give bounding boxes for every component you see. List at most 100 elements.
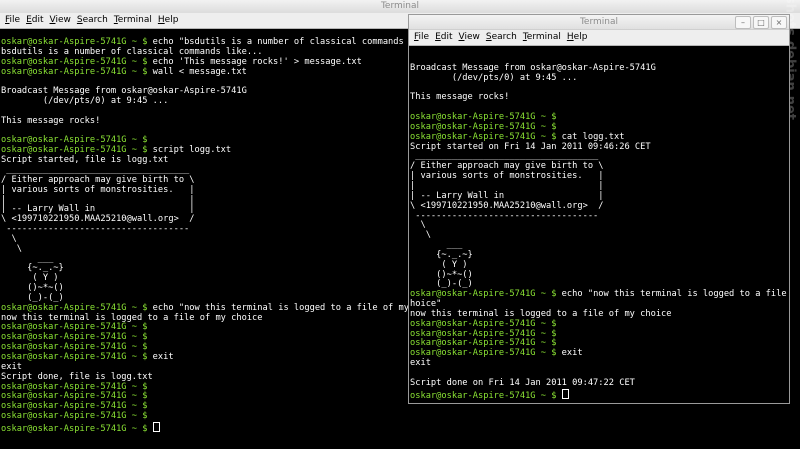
- line-text: ()~*~(): [410, 269, 473, 280]
- line-text: {~._.~}: [1, 263, 64, 274]
- line-text: ___: [1, 253, 54, 264]
- shell-prompt: oskar@oskar-Aspire-5741G ~ $: [410, 121, 557, 132]
- shell-prompt: oskar@oskar-Aspire-5741G ~ $: [1, 381, 148, 392]
- line-text: ()~*~(): [1, 283, 64, 294]
- shell-prompt: oskar@oskar-Aspire-5741G ~ $: [1, 342, 148, 353]
- shell-prompt: oskar@oskar-Aspire-5741G ~ $: [1, 56, 148, 67]
- window-title: Terminal: [579, 17, 619, 27]
- line-text: | various sorts of monstrosities. |: [410, 171, 604, 182]
- menu-view[interactable]: View: [454, 30, 480, 45]
- line-text: | |: [410, 180, 604, 191]
- minimize-button[interactable]: –: [735, 16, 751, 29]
- line-text: | various sorts of monstrosities. |: [1, 184, 195, 195]
- line-text: hoice": [410, 299, 442, 310]
- shell-prompt: oskar@oskar-Aspire-5741G ~ $: [410, 289, 557, 300]
- line-text: \ <199710221950.MAA25210@wall.org> /: [410, 200, 604, 211]
- terminal-output[interactable]: Broadcast Message from oskar@oskar-Aspir…: [410, 54, 789, 401]
- terminal-line: -----------------------------------: [410, 210, 789, 222]
- line-text: Script done on Fri 14 Jan 2011 09:47:22 …: [410, 377, 635, 388]
- line-text: {~._.~}: [410, 249, 473, 260]
- line-text: \: [410, 220, 426, 231]
- menu-search[interactable]: Search: [481, 30, 517, 45]
- line-text: now this terminal is logged to a file of…: [1, 312, 263, 323]
- line-text: This message rocks!: [1, 115, 101, 126]
- window-titlebar[interactable]: Terminal: [0, 0, 800, 13]
- shell-prompt: oskar@oskar-Aspire-5741G ~ $: [410, 348, 557, 359]
- menu-terminal[interactable]: Terminal: [518, 30, 561, 45]
- text-cursor: [152, 421, 160, 432]
- line-text: Broadcast Message from oskar@oskar-Aspir…: [410, 62, 656, 73]
- shell-prompt: oskar@oskar-Aspire-5741G ~ $: [1, 37, 148, 47]
- line-text: wall < message.txt: [147, 66, 247, 77]
- menu-edit[interactable]: Edit: [21, 13, 43, 28]
- shell-prompt: oskar@oskar-Aspire-5741G ~ $: [410, 328, 557, 339]
- terminal-line: (/dev/pts/0) at 9:45 ...: [410, 72, 789, 84]
- line-text: bsdutils is a number of classical comman…: [1, 46, 263, 57]
- terminal-line: \: [410, 220, 789, 231]
- line-text: ( Y ): [410, 259, 468, 270]
- terminal-line: Script done on Fri 14 Jan 2011 09:47:22 …: [410, 377, 789, 389]
- line-text: \: [1, 233, 17, 244]
- line-text: (_)-(_): [410, 279, 473, 290]
- menu-help[interactable]: Help: [153, 13, 179, 28]
- shell-prompt: oskar@oskar-Aspire-5741G ~ $: [410, 318, 557, 329]
- line-text: now this terminal is logged to a file of…: [410, 308, 672, 319]
- line-text: -----------------------------------: [410, 210, 599, 221]
- menu-help[interactable]: Help: [562, 30, 588, 45]
- line-text: exit: [556, 348, 583, 359]
- line-text: (/dev/pts/0) at 9:45 ...: [410, 72, 578, 83]
- close-button[interactable]: ×: [771, 16, 787, 29]
- line-text: | |: [1, 194, 195, 205]
- menu-view[interactable]: View: [45, 13, 71, 28]
- shell-prompt: oskar@oskar-Aspire-5741G ~ $: [1, 145, 148, 156]
- line-text: \ <199710221950.MAA25210@wall.org> /: [1, 214, 195, 225]
- terminal-line: \: [410, 230, 789, 241]
- shell-prompt: oskar@oskar-Aspire-5741G ~ $: [410, 131, 557, 142]
- line-text: Script started on Fri 14 Jan 2011 09:46:…: [410, 141, 651, 152]
- shell-prompt: oskar@oskar-Aspire-5741G ~ $: [1, 135, 148, 146]
- line-text: ___________________________________: [1, 164, 190, 175]
- line-text: echo "now this terminal is logged to a f…: [147, 302, 451, 313]
- terminal-window-secondary[interactable]: Terminal – □ × File Edit View Search Termina…: [408, 14, 790, 404]
- line-text: / Either approach may give birth to \: [410, 161, 604, 172]
- line-text: echo "now this terminal is logged to a f…: [561, 289, 787, 300]
- menu-bar: File Edit View Search Terminal Help: [409, 30, 789, 46]
- line-text: Script started, file is logg.txt: [1, 155, 169, 166]
- shell-prompt: oskar@oskar-Aspire-5741G ~ $: [410, 390, 557, 401]
- line-text: \: [410, 230, 431, 241]
- line-text: | -- Larry Wall in |: [410, 190, 604, 201]
- menu-edit[interactable]: Edit: [430, 30, 452, 45]
- window-titlebar[interactable]: Terminal – □ ×: [409, 15, 789, 30]
- line-text: exit: [1, 361, 22, 372]
- shell-prompt: oskar@oskar-Aspire-5741G ~ $: [410, 112, 557, 123]
- line-text: cat logg.txt: [556, 131, 625, 142]
- menu-file[interactable]: File: [0, 13, 20, 28]
- terminal-line: oskar@oskar-Aspire-5741G ~ $: [1, 411, 800, 422]
- shell-prompt: oskar@oskar-Aspire-5741G ~ $: [1, 352, 148, 362]
- line-text: / Either approach may give birth to \: [1, 174, 195, 185]
- line-text: script logg.txt: [147, 145, 232, 156]
- shell-prompt: oskar@oskar-Aspire-5741G ~ $: [1, 411, 148, 422]
- shell-prompt: oskar@oskar-Aspire-5741G ~ $: [1, 332, 148, 343]
- shell-prompt: oskar@oskar-Aspire-5741G ~ $: [1, 302, 148, 313]
- shell-prompt: oskar@oskar-Aspire-5741G ~ $: [1, 391, 148, 402]
- line-text: | -- Larry Wall in |: [1, 204, 195, 215]
- shell-prompt: oskar@oskar-Aspire-5741G ~ $: [1, 401, 148, 412]
- shell-prompt: oskar@oskar-Aspire-5741G ~ $: [410, 338, 557, 349]
- terminal-line: exit: [410, 358, 789, 369]
- maximize-button[interactable]: □: [753, 16, 769, 29]
- menu-search[interactable]: Search: [72, 13, 108, 28]
- line-text: Broadcast Message from oskar@oskar-Aspir…: [1, 86, 247, 97]
- line-text: (_)-(_): [1, 292, 64, 303]
- menu-terminal[interactable]: Terminal: [109, 13, 152, 28]
- shell-prompt: oskar@oskar-Aspire-5741G ~ $: [1, 322, 148, 333]
- menu-file[interactable]: File: [409, 30, 429, 45]
- shell-prompt: oskar@oskar-Aspire-5741G ~ $: [1, 66, 148, 77]
- line-text: exit: [147, 352, 174, 362]
- terminal-line: oskar@oskar-Aspire-5741G ~ $: [410, 388, 789, 401]
- terminal-line: oskar@oskar-Aspire-5741G ~ $ echo "now t…: [410, 289, 789, 300]
- window-title: Terminal: [380, 1, 420, 11]
- line-text: -----------------------------------: [1, 224, 190, 235]
- text-cursor: [561, 388, 569, 399]
- line-text: ( Y ): [1, 273, 59, 284]
